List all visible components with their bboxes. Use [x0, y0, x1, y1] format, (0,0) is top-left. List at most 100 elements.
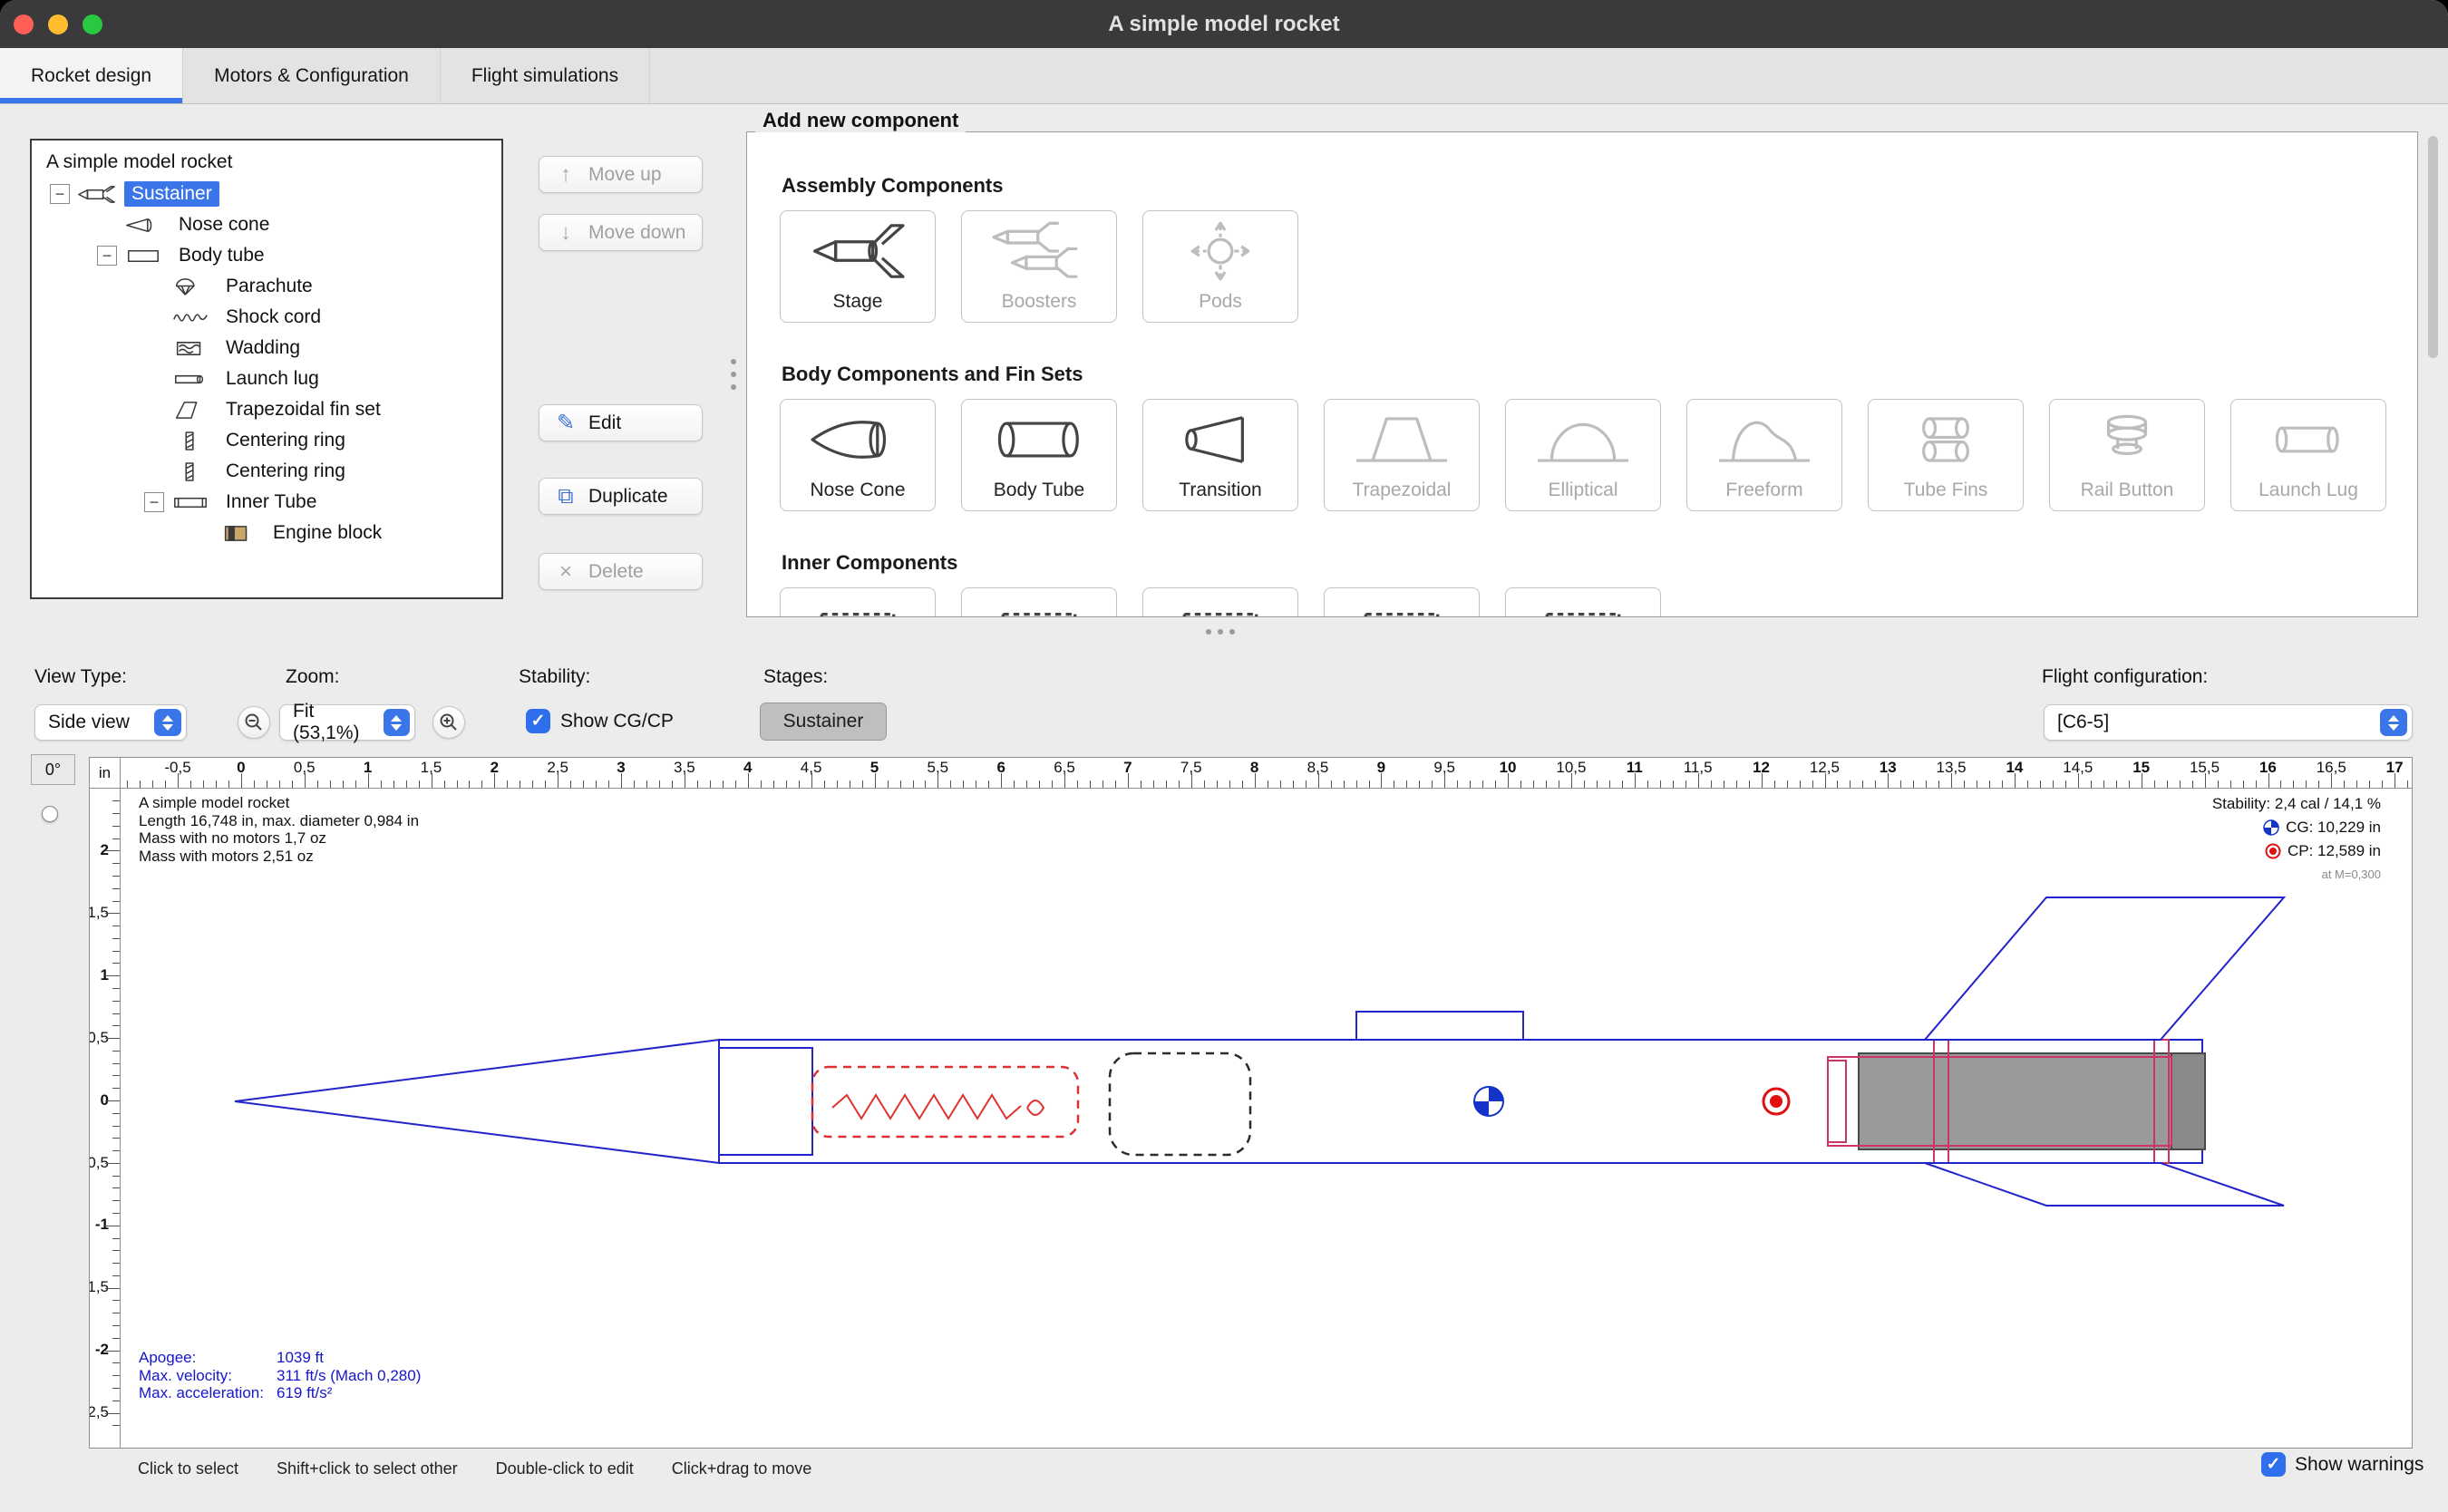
view-type-select[interactable]: Side view [34, 704, 187, 741]
main-tab-bar: Rocket design Motors & Configuration Fli… [0, 48, 2448, 104]
boosters-icon [986, 211, 1092, 291]
component-card-nose-cone[interactable]: Nose Cone [780, 399, 936, 511]
nose-cone-icon [122, 215, 164, 236]
canvas-hints: Click to select Shift+click to select ot… [138, 1459, 811, 1478]
zoom-in-button[interactable] [432, 706, 465, 739]
expand-toggle-icon[interactable]: − [97, 246, 117, 266]
component-card-body-tube[interactable]: Body Tube [961, 399, 1117, 511]
tree-item-shock-cord[interactable]: Shock cord [37, 302, 496, 333]
panel-resize-dots[interactable] [1206, 629, 1235, 635]
panel-drag-handle[interactable] [731, 359, 736, 390]
component-tree[interactable]: A simple model rocket −SustainerNose con… [30, 139, 503, 599]
component-card-inner-component[interactable] [780, 587, 936, 617]
stability-label: Stability: [519, 666, 590, 688]
flight-stats-block: Apogee:1039 ft Max. velocity:311 ft/s (M… [139, 1349, 421, 1402]
component-card-stage[interactable]: Stage [780, 210, 936, 323]
nose-cone-shape[interactable] [235, 1040, 719, 1163]
component-sections: Assembly Components StageBoostersPodsBody… [780, 174, 2417, 617]
expand-toggle-icon[interactable]: − [50, 184, 70, 204]
centering-ring-icon [170, 461, 211, 482]
fin-top-shape[interactable] [1925, 897, 2284, 1040]
tab-flight-simulations[interactable]: Flight simulations [441, 48, 650, 103]
tree-item-sustainer[interactable]: −Sustainer [37, 179, 496, 209]
tree-root-item[interactable]: A simple model rocket [37, 148, 496, 179]
component-card-rail-button[interactable]: Rail Button [2049, 399, 2205, 511]
zoom-out-button[interactable] [238, 706, 270, 739]
cp-icon [2265, 843, 2281, 859]
tree-item-nose-cone[interactable]: Nose cone [37, 209, 496, 240]
tree-item-centering-ring[interactable]: Centering ring [37, 456, 496, 487]
fin-bottom-shape[interactable] [1925, 1163, 2284, 1206]
tree-item-body-tube[interactable]: −Body tube [37, 240, 496, 271]
arrow-up-icon: ↑ [554, 164, 578, 186]
show-cg-cp-checkbox[interactable] [526, 709, 550, 733]
expand-toggle-icon[interactable]: − [144, 492, 164, 512]
section-title-assembly-components: Assembly Components [782, 174, 2417, 198]
inner-generic-icon [805, 588, 910, 617]
tree-item-inner-tube[interactable]: −Inner Tube [37, 487, 496, 518]
rotation-angle-indicator: 0° [31, 754, 75, 785]
component-card-inner-component[interactable] [1505, 587, 1661, 617]
delete-button[interactable]: × Delete [539, 553, 703, 590]
select-stepper-icon [2380, 709, 2407, 736]
tree-item-parachute[interactable]: Parachute [37, 271, 496, 302]
stage-sustainer-toggle[interactable]: Sustainer [760, 703, 887, 741]
component-card-launch-lug[interactable]: Launch Lug [2230, 399, 2386, 511]
component-card-inner-component[interactable] [1142, 587, 1298, 617]
shock-cord-icon [170, 307, 211, 328]
inner-generic-icon [1168, 588, 1273, 617]
motor-nozzle-shape [2171, 1053, 2205, 1149]
rocket-info-block: A simple model rocket Length 16,748 in, … [139, 794, 419, 865]
engine-block-icon [217, 523, 258, 544]
tree-item-engine-block[interactable]: Engine block [37, 518, 496, 548]
view-type-label: View Type: [34, 666, 127, 688]
motor-shape[interactable] [1859, 1053, 2205, 1149]
launch-lug-shape[interactable] [1356, 1012, 1523, 1040]
component-card-elliptical[interactable]: Elliptical [1505, 399, 1661, 511]
minimize-button[interactable] [48, 15, 68, 34]
component-card-transition[interactable]: Transition [1142, 399, 1298, 511]
engine-block-shape[interactable] [1828, 1061, 1846, 1142]
tab-rocket-design[interactable]: Rocket design [0, 48, 183, 103]
flight-configuration-label: Flight configuration: [2042, 666, 2208, 688]
show-warnings-label: Show warnings [2295, 1454, 2424, 1476]
move-down-button[interactable]: ↓ Move down [539, 214, 703, 251]
title-bar: A simple model rocket [0, 0, 2448, 48]
freeform-fin-icon [1712, 400, 1817, 480]
cp-marker [1763, 1089, 1789, 1114]
application-window: A simple model rocket Rocket design Moto… [0, 0, 2448, 1512]
component-card-boosters[interactable]: Boosters [961, 210, 1117, 323]
rocket-drawing[interactable] [121, 789, 2412, 1448]
show-warnings-checkbox[interactable] [2261, 1452, 2286, 1477]
rocket-canvas[interactable]: in -0,500,511,522,533,544,555,566,577,58… [89, 757, 2413, 1449]
edit-button[interactable]: ✎ Edit [539, 404, 703, 441]
nose-cone-icon [805, 400, 910, 480]
component-card-freeform[interactable]: Freeform [1686, 399, 1842, 511]
centering-ring-icon [170, 431, 211, 451]
vertical-scrollbar[interactable] [2428, 136, 2438, 358]
stages-label: Stages: [763, 666, 828, 688]
flight-configuration-select[interactable]: [C6-5] [2044, 704, 2413, 741]
tree-item-centering-ring[interactable]: Centering ring [37, 425, 496, 456]
parachute-outline[interactable] [1110, 1053, 1250, 1155]
nose-shoulder-shape[interactable] [719, 1048, 812, 1155]
inner-tube-icon [170, 492, 211, 513]
tree-item-wadding[interactable]: Wadding [37, 333, 496, 363]
component-card-inner-component[interactable] [961, 587, 1117, 617]
duplicate-button[interactable]: ⧉ Duplicate [539, 478, 703, 515]
rotation-slider-knob[interactable] [42, 806, 58, 822]
component-card-inner-component[interactable] [1324, 587, 1480, 617]
tab-motors-configuration[interactable]: Motors & Configuration [183, 48, 441, 103]
inner-generic-icon [986, 588, 1092, 617]
ruler-top: -0,500,511,522,533,544,555,566,577,588,5… [121, 758, 2412, 789]
component-card-pods[interactable]: Pods [1142, 210, 1298, 323]
tree-item-trapezoidal-fin-set[interactable]: Trapezoidal fin set [37, 394, 496, 425]
tree-item-launch-lug[interactable]: Launch lug [37, 363, 496, 394]
maximize-button[interactable] [83, 15, 102, 34]
component-card-tube-fins[interactable]: Tube Fins [1868, 399, 2024, 511]
launch-lug-icon [170, 369, 211, 390]
close-button[interactable] [14, 15, 34, 34]
component-card-trapezoidal[interactable]: Trapezoidal [1324, 399, 1480, 511]
zoom-select[interactable]: Fit (53,1%) [279, 704, 415, 741]
move-up-button[interactable]: ↑ Move up [539, 156, 703, 193]
